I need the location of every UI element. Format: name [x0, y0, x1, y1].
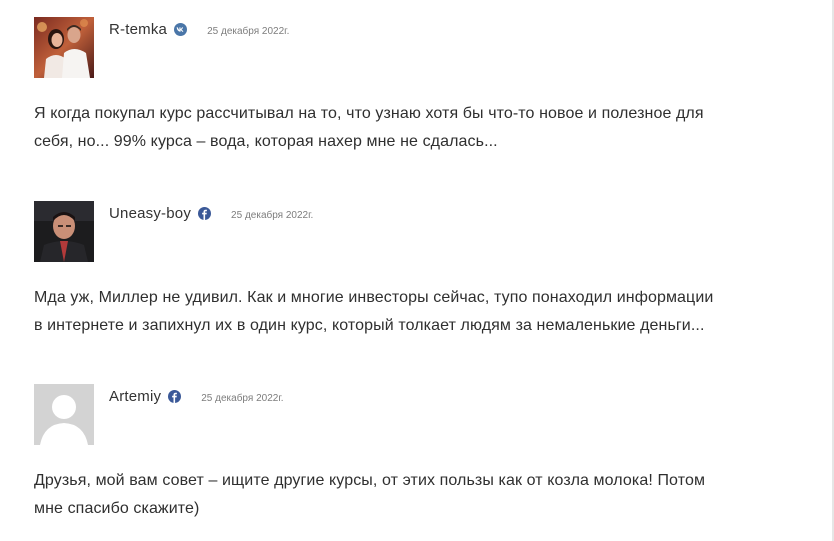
- comment-date: 25 декабря 2022г.: [231, 210, 314, 221]
- comment-item: Uneasy-boy 25 декабря 2022г. Мда уж, Мил…: [34, 201, 794, 334]
- avatar[interactable]: [34, 17, 94, 78]
- author-name[interactable]: Artemiy: [109, 388, 161, 405]
- comment-item: R-temka 25 декабря 2022г. Я когда покупа…: [34, 17, 794, 150]
- comment-header: Uneasy-boy 25 декабря 2022г.: [34, 201, 794, 262]
- author-line: R-temka 25 декабря 2022г.: [109, 21, 289, 38]
- author-line: Uneasy-boy 25 декабря 2022г.: [109, 205, 313, 222]
- comment-header: Artemiy 25 декабря 2022г.: [34, 384, 794, 445]
- avatar[interactable]: [34, 201, 94, 262]
- vk-icon[interactable]: [174, 23, 188, 36]
- author-line: Artemiy 25 декабря 2022г.: [109, 388, 284, 405]
- default-avatar-icon[interactable]: [34, 384, 94, 445]
- facebook-icon[interactable]: [168, 390, 182, 403]
- comment-date: 25 декабря 2022г.: [207, 26, 290, 37]
- comment-date: 25 декабря 2022г.: [201, 393, 284, 404]
- comment-text: Я когда покупал курс рассчитывал на то, …: [34, 105, 704, 150]
- author-name[interactable]: Uneasy-boy: [109, 205, 191, 222]
- comment-text: Друзья, мой вам совет – ищите другие кур…: [34, 472, 706, 517]
- facebook-icon[interactable]: [198, 207, 212, 220]
- comment-header: R-temka 25 декабря 2022г.: [34, 17, 794, 78]
- author-name[interactable]: R-temka: [109, 21, 167, 38]
- comment-item: Artemiy 25 декабря 2022г. Друзья, мой ва…: [34, 384, 794, 517]
- comment-text: Мда уж, Миллер не удивил. Как и многие и…: [34, 289, 714, 334]
